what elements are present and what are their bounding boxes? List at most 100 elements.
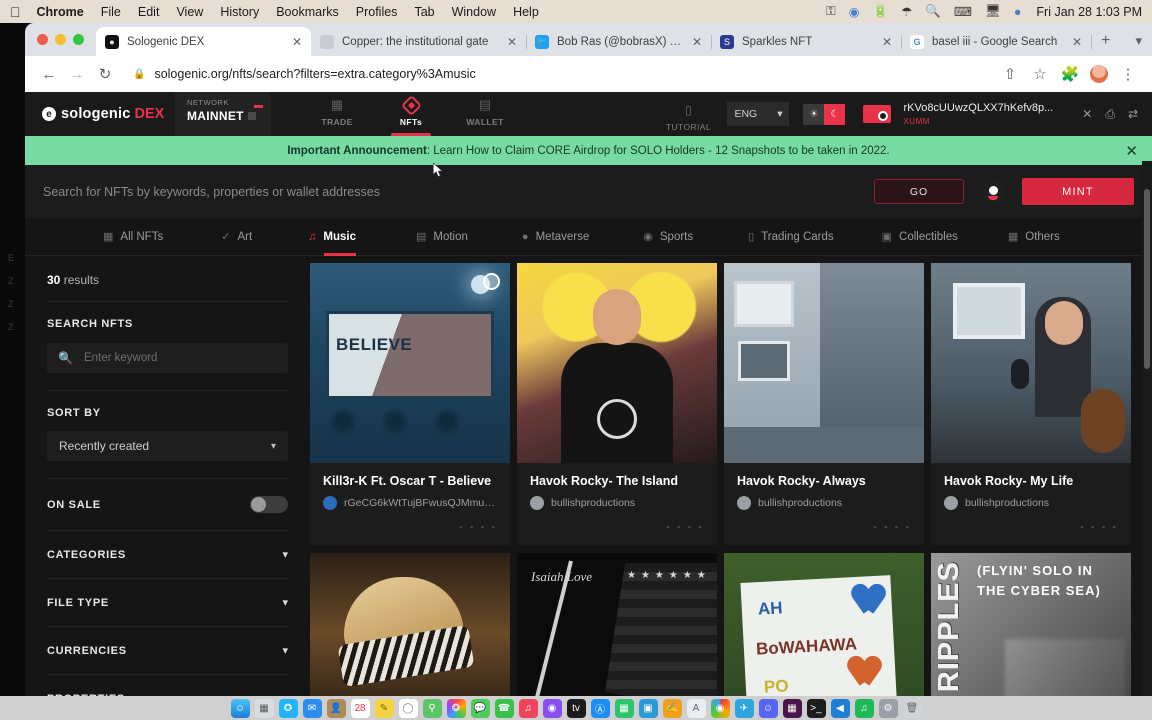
go-button[interactable]: GO <box>874 179 964 204</box>
reload-button[interactable]: ↻ <box>91 60 119 88</box>
menubar-clock[interactable]: Fri Jan 28 1:03 PM <box>1036 5 1142 19</box>
finder-icon[interactable]: ☺ <box>230 698 250 718</box>
disconnect-icon[interactable]: ✕ <box>1082 107 1092 121</box>
filter-on-sale[interactable]: ON SALE <box>47 479 288 531</box>
nft-select-checkbox[interactable] <box>483 273 500 290</box>
copy-icon[interactable]: ⎙ <box>1105 107 1115 122</box>
nft-thumbnail[interactable] <box>724 263 924 463</box>
nft-creator-row[interactable]: bullishproductions <box>737 496 911 510</box>
wifi-icon[interactable]: ☂ <box>901 4 912 19</box>
notes-icon[interactable]: ✎ <box>374 698 394 718</box>
reminders-icon[interactable]: ◯ <box>398 698 418 718</box>
browser-tab-sparkles[interactable]: S Sparkles NFT ✕ <box>711 27 902 56</box>
vscode-icon[interactable]: ◀ <box>830 698 850 718</box>
menu-item-history[interactable]: History <box>220 5 259 19</box>
nav-tab-trade[interactable]: ▦ TRADE <box>315 92 359 136</box>
nft-card[interactable]: Havok Rocky- My Life bullishproductions … <box>931 263 1131 545</box>
page-scrollbar[interactable] <box>1142 161 1152 696</box>
category-tab-music[interactable]: ♫ Music <box>308 218 356 256</box>
menu-item-tab[interactable]: Tab <box>414 5 434 19</box>
tutorial-button[interactable]: ▯ TUTORIAL <box>663 97 713 132</box>
appstore-icon[interactable]: Ⓐ <box>590 698 610 718</box>
apple-icon[interactable]:  <box>10 5 21 19</box>
nft-creator-row[interactable]: bullishproductions <box>944 496 1118 510</box>
share-icon[interactable]: ⇧ <box>996 60 1024 88</box>
category-tab-sports[interactable]: ◉ Sports <box>643 218 693 256</box>
category-tab-others[interactable]: ▦ Others <box>1008 218 1060 256</box>
mail-icon[interactable]: ✉ <box>302 698 322 718</box>
extensions-icon[interactable]: 🧩 <box>1056 60 1084 88</box>
chevron-down-icon[interactable]: ▾ <box>282 644 288 657</box>
menu-item-bookmarks[interactable]: Bookmarks <box>276 5 339 19</box>
chrome-icon[interactable]: ◉ <box>710 698 730 718</box>
nft-card[interactable]: BELIEVE Kill3r-K Ft. Oscar T - Believe r… <box>310 263 510 545</box>
search-icon[interactable]: 🔍 <box>925 4 941 19</box>
chevron-down-icon[interactable]: ▾ <box>282 596 288 609</box>
bookmark-star-icon[interactable]: ☆ <box>1026 60 1054 88</box>
moon-icon[interactable]: ☾ <box>824 103 846 125</box>
menu-item-window[interactable]: Window <box>452 5 496 19</box>
dropbox-icon[interactable]: ◉ <box>849 4 860 19</box>
category-tab-motion[interactable]: ▤ Motion <box>416 218 468 256</box>
slack-icon[interactable]: ▦ <box>782 698 802 718</box>
menu-item-help[interactable]: Help <box>513 5 539 19</box>
pages-icon[interactable]: ✍ <box>662 698 682 718</box>
chevron-down-icon[interactable]: ▾ <box>282 548 288 561</box>
numbers-icon[interactable]: ▦ <box>614 698 634 718</box>
music-icon[interactable]: ♫ <box>518 698 538 718</box>
nft-thumbnail[interactable]: AH BoWAHAWA PO <box>724 553 924 696</box>
nft-thumbnail[interactable]: RIPPLES (FLYIN' SOLO IN THE CYBER SEA) <box>931 553 1131 696</box>
sort-by-select[interactable]: Recently created ▾ <box>47 431 288 461</box>
siri-icon[interactable]: ● <box>1014 5 1022 19</box>
keyboard-icon[interactable]: ⌨ <box>954 4 972 19</box>
new-tab-button[interactable]: + <box>1091 32 1120 56</box>
nft-card[interactable]: Havok Rocky- The Island bullishproductio… <box>517 263 717 545</box>
menu-item-file[interactable]: File <box>101 5 121 19</box>
nft-card[interactable]: RIPPLES (FLYIN' SOLO IN THE CYBER SEA) <box>931 553 1131 696</box>
menu-item-chrome[interactable]: Chrome <box>37 5 84 19</box>
facetime-icon[interactable]: ☎ <box>494 698 514 718</box>
battery-charging-icon[interactable]: 🔋 <box>873 4 889 19</box>
screen-share-icon[interactable]: 🖥 <box>985 4 1001 19</box>
browser-tab-twitter[interactable]: 🐦 Bob Ras (@bobrasX) / Twitter ✕ <box>526 27 712 56</box>
window-zoom-button[interactable] <box>73 34 84 45</box>
chrome-menu-icon[interactable]: ⋮ <box>1114 60 1142 88</box>
preview-icon[interactable]: A <box>686 698 706 718</box>
theme-toggle[interactable]: ☀ ☾ <box>803 103 846 125</box>
tv-icon[interactable]: tv <box>566 698 586 718</box>
on-sale-toggle[interactable] <box>250 496 288 513</box>
nft-card[interactable]: Isaiah Love ★★★★★★★★★★★★★★★★★★ ADVERSARY <box>517 553 717 696</box>
nft-thumbnail[interactable]: BELIEVE <box>310 263 510 463</box>
tab-close-icon[interactable]: ✕ <box>507 35 517 49</box>
photos-icon[interactable]: ❂ <box>446 698 466 718</box>
category-tab-collectibles[interactable]: ▣ Collectibles <box>882 218 958 256</box>
nft-card[interactable]: AH BoWAHAWA PO <box>724 553 924 696</box>
nft-thumbnail[interactable] <box>310 553 510 696</box>
language-selector[interactable]: ENG ▾ <box>727 102 790 126</box>
shield-icon[interactable]: ⚿ <box>826 4 836 19</box>
profile-avatar[interactable] <box>1090 65 1108 83</box>
tab-close-icon[interactable]: ✕ <box>1072 35 1082 49</box>
safari-icon[interactable]: ✪ <box>278 698 298 718</box>
settings-icon[interactable]: ⚙ <box>878 698 898 718</box>
mint-button[interactable]: MINT <box>1022 178 1134 205</box>
keyword-input[interactable]: 🔍 Enter keyword <box>47 343 288 373</box>
telegram-icon[interactable]: ✈ <box>734 698 754 718</box>
wallet-address-block[interactable]: rKVo8cUUwzQLXX7hKefv8p... XUMM <box>903 102 1053 126</box>
nft-card[interactable] <box>310 553 510 696</box>
swap-icon[interactable]: ⇄ <box>1128 107 1138 121</box>
contacts-icon[interactable]: 👤 <box>326 698 346 718</box>
messages-icon[interactable]: 💬 <box>470 698 490 718</box>
wallet-red-icon[interactable] <box>863 105 892 123</box>
network-selector[interactable]: NETWORK MAINNET <box>175 92 271 136</box>
menu-item-edit[interactable]: Edit <box>138 5 160 19</box>
category-tab-all-nfts[interactable]: ▦ All NFTs <box>103 218 163 256</box>
nft-thumbnail[interactable] <box>931 263 1131 463</box>
filter-section-file-type[interactable]: FILE TYPE ▾ <box>47 579 288 627</box>
window-close-button[interactable] <box>37 34 48 45</box>
nft-search-input[interactable]: Search for NFTs by keywords, properties … <box>43 185 874 199</box>
category-tab-trading-cards[interactable]: ▯ Trading Cards <box>748 218 834 256</box>
tab-close-icon[interactable]: ✕ <box>692 35 702 49</box>
trash-icon[interactable]: 🗑 <box>902 698 922 718</box>
tab-list-chevron-down-icon[interactable]: ▾ <box>1135 33 1142 49</box>
